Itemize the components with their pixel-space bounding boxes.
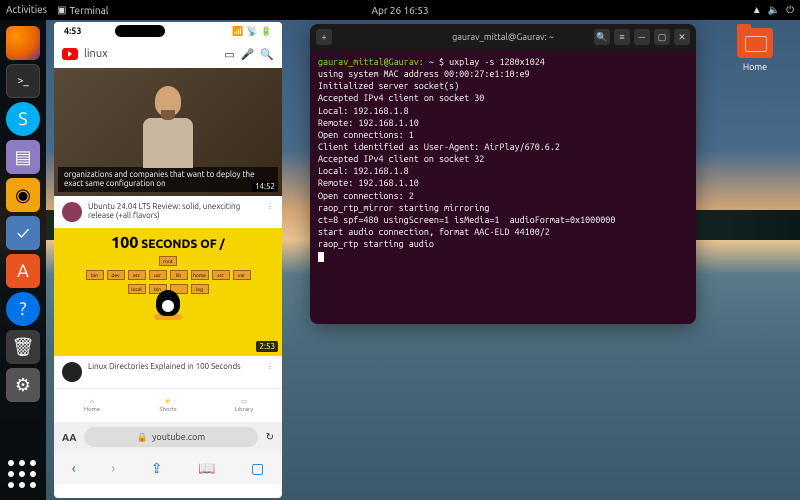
forward-icon[interactable]: ›	[111, 460, 115, 476]
video-caption: organizations and companies that want to…	[58, 167, 278, 192]
signal-icon: 📶	[232, 26, 243, 37]
more-icon[interactable]: ⋮	[266, 202, 274, 211]
terminal-title: gaurav_mittal@Gaurav: ~	[452, 32, 554, 42]
activities-button[interactable]: Activities	[6, 4, 47, 16]
battery-icon: 🔋	[261, 26, 272, 37]
video-thumbnail-1[interactable]: organizations and companies that want to…	[54, 68, 282, 196]
folder-icon	[737, 28, 773, 58]
dock: >_ S ▤ ◉ ✓ A ? 🗑 ⚙	[0, 20, 46, 500]
lock-icon: 🔒	[137, 432, 148, 443]
bookmarks-icon[interactable]: 📖	[198, 460, 215, 477]
maximize-button[interactable]: ▢	[654, 29, 670, 45]
youtube-logo-icon[interactable]	[62, 48, 78, 60]
channel-avatar[interactable]	[62, 202, 82, 222]
safari-address-bar: AA 🔒 youtube.com ↻	[54, 422, 282, 452]
library-icon: ▭	[241, 398, 247, 405]
channel-avatar-2[interactable]	[62, 362, 82, 382]
gnome-topbar: Activities ▣ Terminal Apr 26 16:53 ▲ 🔈 ⏻	[0, 0, 800, 20]
dock-firefox[interactable]	[6, 26, 40, 60]
search-button[interactable]: 🔍	[594, 29, 610, 45]
tab-home[interactable]: ⌂Home	[54, 389, 130, 422]
terminal-cursor	[318, 252, 324, 262]
dock-trash[interactable]: 🗑	[6, 330, 40, 364]
phone-status-bar: 4:53 📶 📡 🔋	[54, 22, 282, 40]
url-text: youtube.com	[152, 432, 205, 442]
tab-library[interactable]: ▭Library	[206, 389, 282, 422]
back-icon[interactable]: ‹	[72, 460, 76, 476]
safari-toolbar: ‹ › ⇪ 📖 ▢	[54, 452, 282, 484]
dock-settings[interactable]: ⚙	[6, 368, 40, 402]
desktop-home-folder[interactable]: Home	[730, 28, 780, 72]
new-tab-button[interactable]: +	[316, 29, 332, 45]
menu-button[interactable]: ≡	[614, 29, 630, 45]
volume-icon[interactable]: 🔈	[768, 4, 780, 16]
terminal-indicator-icon: ▣	[57, 4, 66, 16]
video-meta-2[interactable]: Linux Directories Explained in 100 Secon…	[54, 356, 282, 388]
search-icon[interactable]: 🔍	[260, 48, 274, 61]
clock[interactable]: Apr 26 16:53	[371, 5, 428, 16]
cast-icon[interactable]: ▭	[224, 48, 234, 61]
reload-icon[interactable]: ↻	[266, 431, 274, 443]
youtube-bottom-nav: ⌂Home ⚡Shorts ▭Library	[54, 388, 282, 422]
terminal-titlebar[interactable]: + gaurav_mittal@Gaurav: ~ 🔍 ≡ ─ ▢ ✕	[310, 24, 696, 50]
dock-software[interactable]: A	[6, 254, 40, 288]
tux-icon	[153, 290, 183, 324]
presenter-figure	[138, 86, 198, 166]
minimize-button[interactable]: ─	[634, 29, 650, 45]
show-applications-button[interactable]	[8, 460, 38, 490]
video-duration-2: 2:53	[256, 341, 278, 352]
phone-notch	[115, 25, 165, 37]
video-title-2: Linux Directories Explained in 100 Secon…	[88, 362, 260, 371]
youtube-search-query[interactable]: linux	[84, 48, 108, 60]
dock-rhythmbox[interactable]: ◉	[6, 178, 40, 212]
dock-terminal[interactable]: >_	[6, 64, 40, 98]
video-duration: 14:52	[252, 181, 278, 192]
phone-time: 4:53	[64, 26, 81, 36]
dock-files[interactable]: ▤	[6, 140, 40, 174]
app-menu-label: Terminal	[69, 5, 108, 16]
dock-help[interactable]: ?	[6, 292, 40, 326]
home-icon: ⌂	[90, 398, 94, 405]
close-button[interactable]: ✕	[674, 29, 690, 45]
power-icon[interactable]: ⏻	[786, 4, 794, 16]
video-title: Ubuntu 24.04 LTS Review: solid, unexciti…	[88, 202, 260, 220]
terminal-output[interactable]: gaurav_mittal@Gaurav: ~ $ uxplay -s 1280…	[310, 50, 696, 268]
video-thumbnail-2[interactable]: 100 SECONDS OF / root bindevetcusrlibhom…	[54, 228, 282, 356]
url-field[interactable]: 🔒 youtube.com	[84, 427, 257, 447]
terminal-window[interactable]: + gaurav_mittal@Gaurav: ~ 🔍 ≡ ─ ▢ ✕ gaur…	[310, 24, 696, 324]
desktop-home-label: Home	[730, 62, 780, 72]
youtube-header: linux ▭ 🎤 🔍	[54, 40, 282, 68]
tab-shorts[interactable]: ⚡Shorts	[130, 389, 206, 422]
dock-skype[interactable]: S	[6, 102, 40, 136]
shorts-icon: ⚡	[164, 398, 171, 405]
mic-icon[interactable]: 🎤	[241, 48, 255, 61]
directory-tree-graphic: root bindevetcusrlibhomesrcvar localbinl…	[54, 256, 282, 326]
tabs-icon[interactable]: ▢	[251, 460, 264, 477]
network-icon[interactable]: ▲	[752, 4, 762, 16]
more-icon-2[interactable]: ⋮	[266, 362, 274, 371]
app-menu[interactable]: ▣ Terminal	[57, 4, 108, 16]
dock-todo[interactable]: ✓	[6, 216, 40, 250]
text-size-button[interactable]: AA	[62, 432, 76, 443]
share-icon[interactable]: ⇪	[151, 460, 163, 477]
video-meta-1[interactable]: Ubuntu 24.04 LTS Review: solid, unexciti…	[54, 196, 282, 228]
airplay-phone-mirror: 4:53 📶 📡 🔋 linux ▭ 🎤 🔍 organizations and…	[54, 22, 282, 498]
video2-banner: 100 SECONDS OF /	[54, 228, 282, 252]
wifi-icon: 📡	[247, 26, 258, 37]
